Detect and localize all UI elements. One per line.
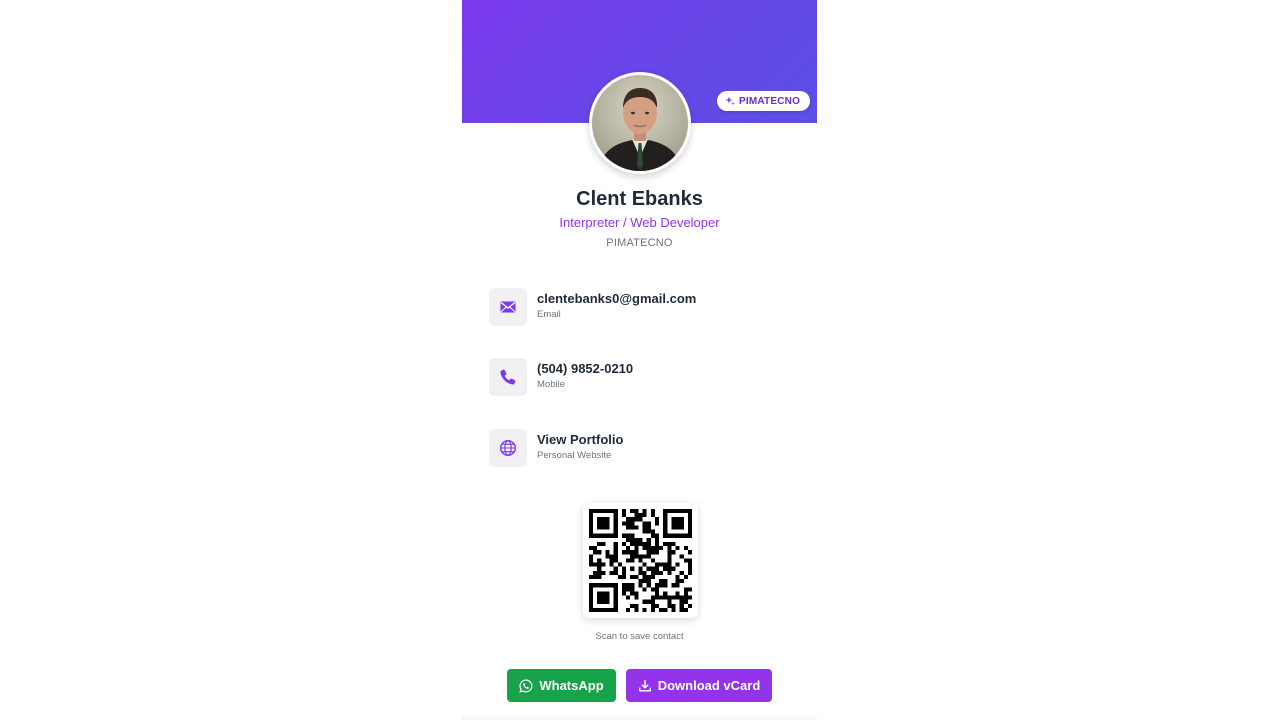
phone-icon-box	[489, 358, 527, 396]
phone-value: (504) 9852-0210	[537, 360, 634, 376]
profile-photo	[592, 75, 688, 171]
avatar	[589, 72, 691, 174]
email-value: clentebanks0@gmail.com	[537, 290, 697, 306]
phone-icon	[500, 369, 516, 385]
globe-icon	[499, 439, 517, 457]
download-vcard-button[interactable]: Download vCard	[626, 669, 772, 702]
qr-code	[583, 503, 698, 618]
whatsapp-button-label: WhatsApp	[539, 678, 604, 693]
whatsapp-button[interactable]: WhatsApp	[507, 669, 616, 702]
contact-card: PIMATECNO Clent Ebanks Interpreter / Web…	[462, 0, 817, 720]
email-contact[interactable]: clentebanks0@gmail.com Email	[489, 287, 789, 327]
download-icon	[638, 679, 651, 692]
portfolio-contact[interactable]: View Portfolio Personal Website	[489, 428, 789, 468]
whatsapp-icon	[519, 679, 533, 693]
brand-badge-label: PIMATECNO	[739, 95, 801, 107]
profile-name: Clent Ebanks	[576, 188, 703, 210]
sparkle-icon	[725, 96, 735, 106]
qr-caption: Scan to save contact	[595, 631, 684, 642]
phone-label: Mobile	[537, 378, 565, 390]
portfolio-value: View Portfolio	[537, 431, 624, 447]
brand-badge: PIMATECNO	[717, 91, 811, 111]
email-label: Email	[537, 308, 561, 320]
phone-contact[interactable]: (504) 9852-0210 Mobile	[489, 357, 789, 397]
card-bottom-shadow	[462, 714, 817, 720]
email-icon-box	[489, 288, 527, 326]
profile-title: Interpreter / Web Developer	[559, 215, 720, 230]
profile-company: PIMATECNO	[606, 237, 673, 249]
globe-icon-box	[489, 429, 527, 467]
qr-code-image	[589, 509, 692, 612]
envelope-icon	[500, 301, 516, 313]
download-vcard-button-label: Download vCard	[657, 678, 761, 693]
portfolio-label: Personal Website	[537, 449, 612, 461]
